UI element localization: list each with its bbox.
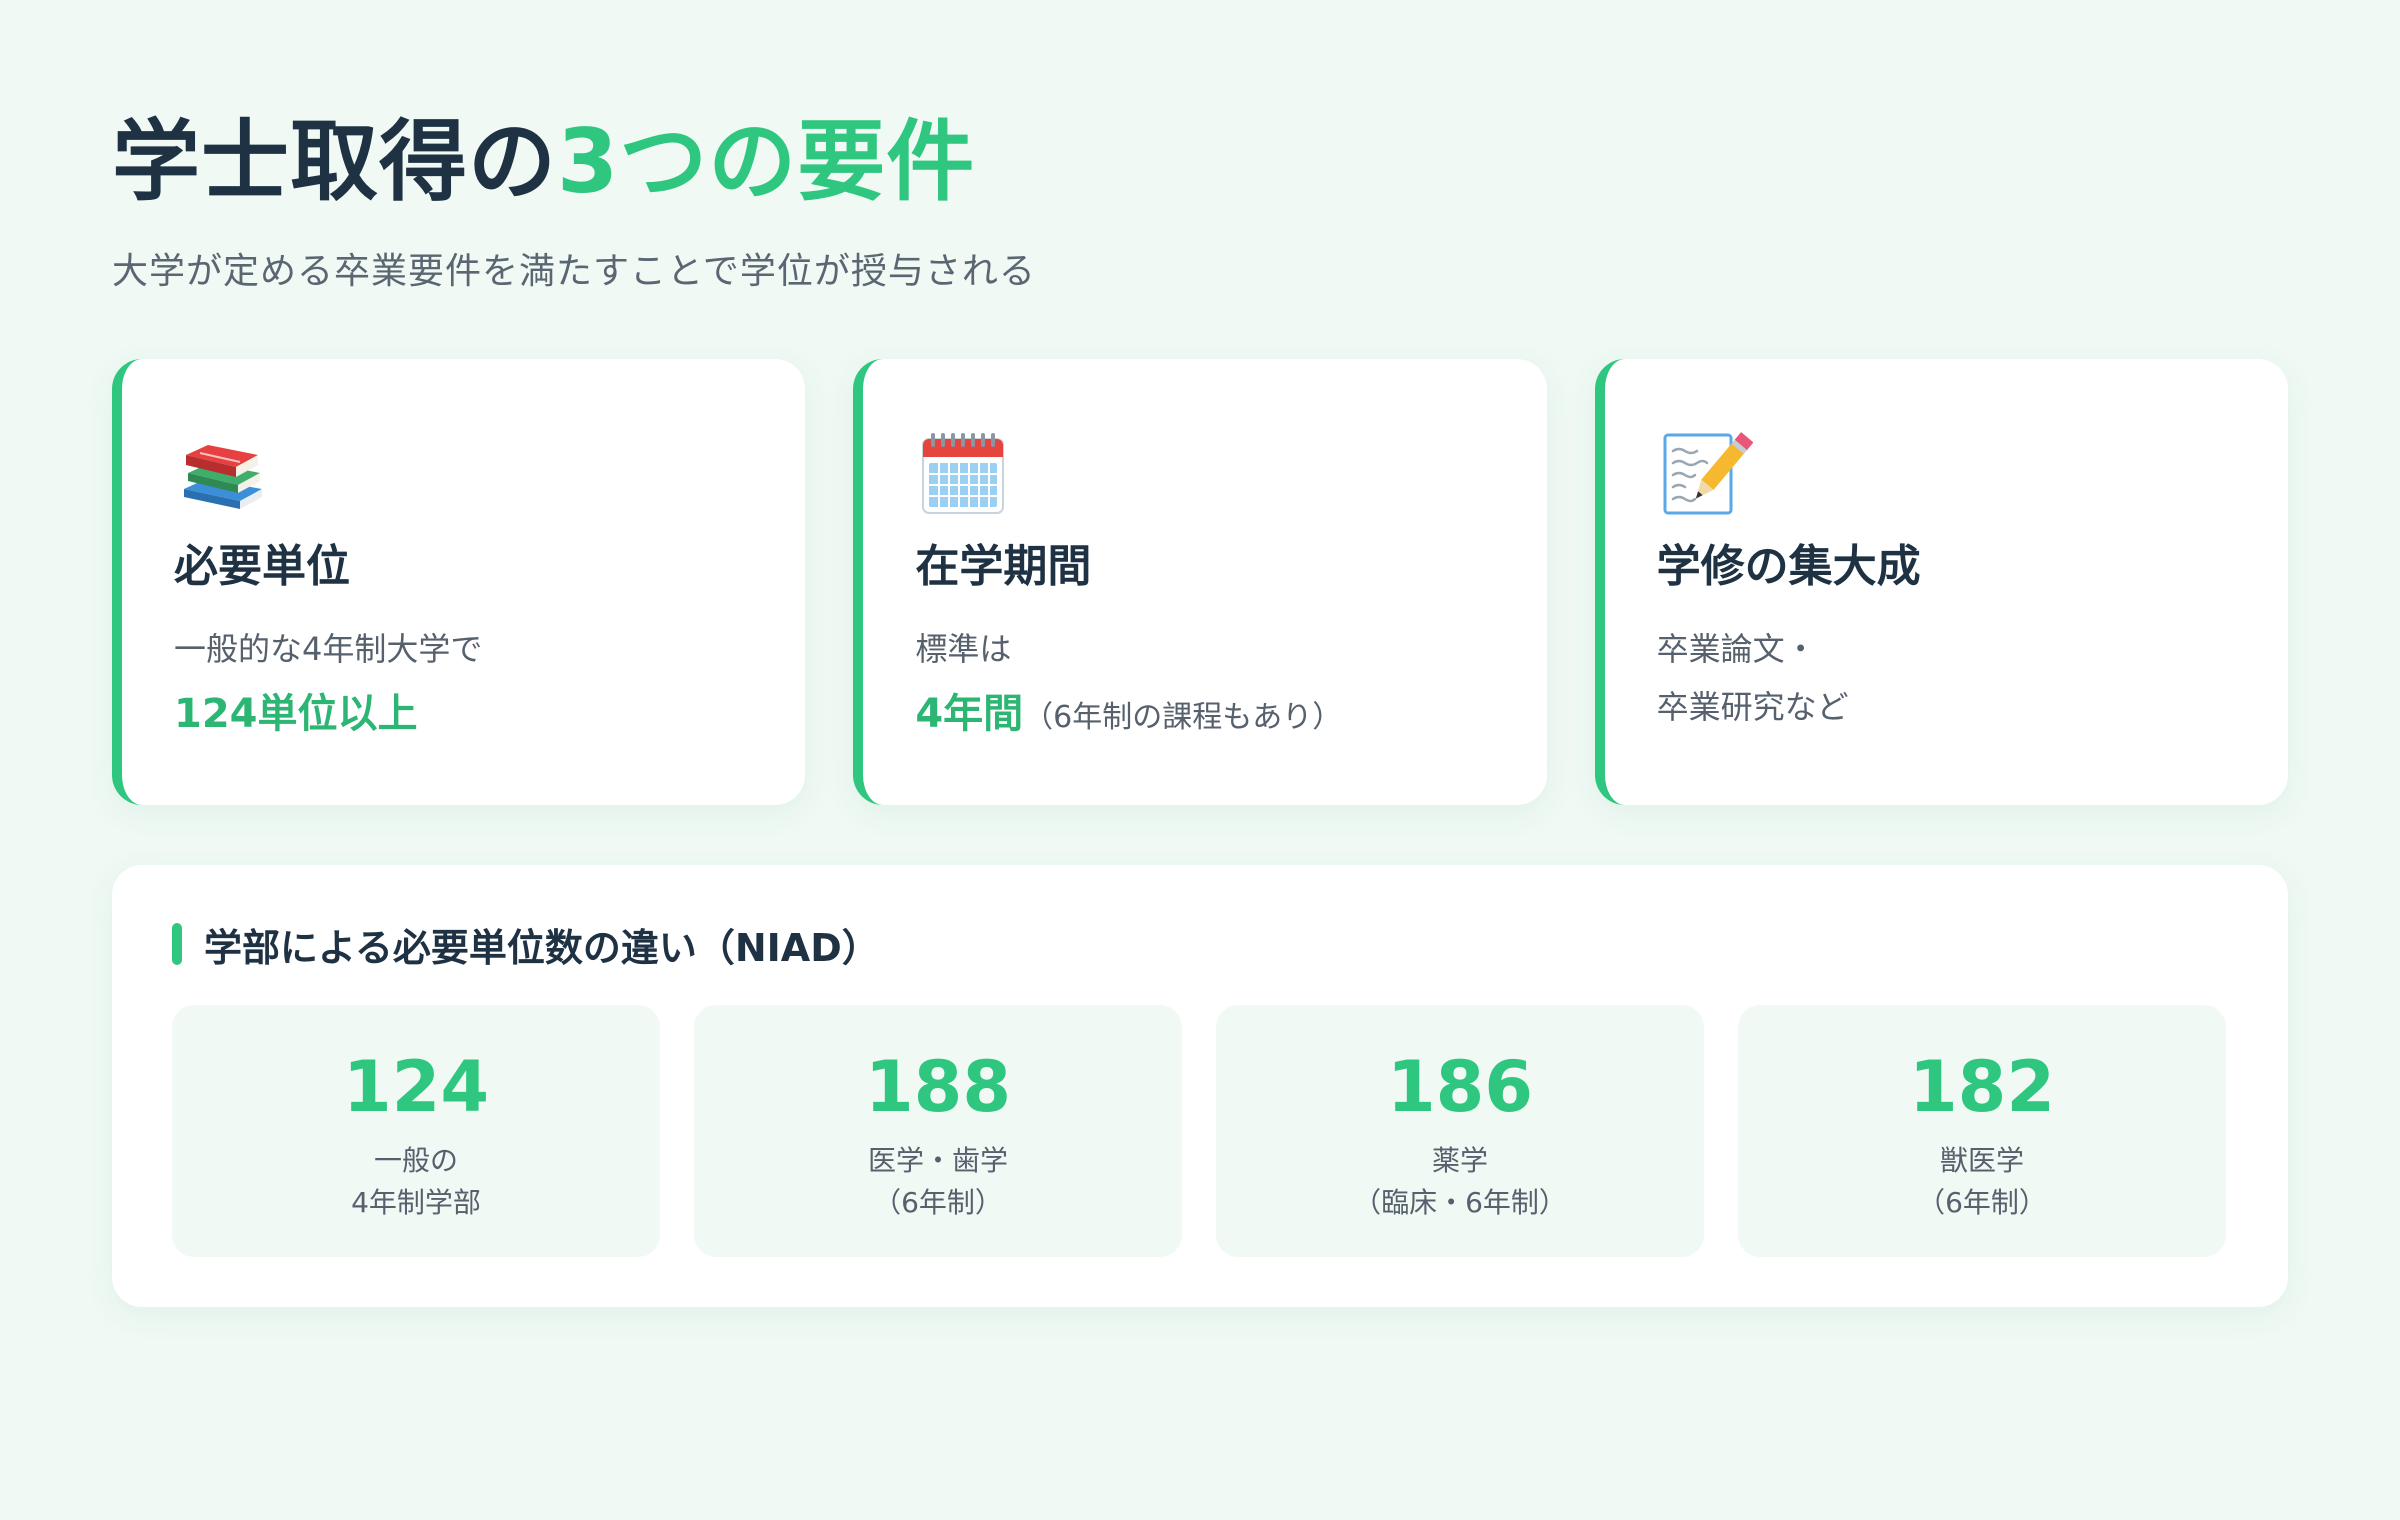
panel-heading: 学部による必要単位数の違い（NIAD）: [172, 921, 2228, 970]
stat-label: 獣医学 （6年制）: [1738, 1140, 2226, 1224]
books-icon: [184, 445, 262, 510]
card-description: 標準は: [915, 629, 1012, 668]
stat-value: 188: [864, 1046, 1012, 1129]
stat-card: 182 獣医学 （6年制）: [1738, 1005, 2226, 1258]
stat-label: 薬学 （臨床・6年制）: [1216, 1140, 1704, 1224]
card-description: 一般的な4年制大学で: [174, 629, 483, 668]
page-title: 学士取得の3つの要件: [112, 118, 2288, 218]
title-main: 学士取得の: [112, 110, 558, 213]
stat-card: 186 薬学 （臨床・6年制）: [1216, 1005, 1704, 1258]
stat-label-line1: 医学・歯学: [867, 1144, 1008, 1178]
stat-label-line2: （臨床・6年制）: [1353, 1186, 1567, 1220]
card-text: 卒業論文・ 卒業研究など: [1657, 622, 2238, 735]
card-title: 学修の集大成: [1656, 541, 1921, 593]
panel-heading-text: 学部による必要単位数の違い（NIAD）: [204, 925, 880, 970]
stat-label-line2: （6年制）: [1917, 1186, 2047, 1220]
stat-value: 186: [1386, 1046, 1534, 1129]
stat-label-line1: 獣医学: [1939, 1144, 2024, 1178]
card-title: 在学期間: [915, 541, 1092, 593]
card-description: 卒業論文・: [1656, 629, 1817, 668]
card-highlight: 124単位以上: [174, 691, 418, 738]
stat-label: 医学・歯学 （6年制）: [694, 1140, 1182, 1224]
card-highlight: 4年間: [915, 691, 1024, 738]
card-required-credits: 必要単位 一般的な4年制大学で 124単位以上: [112, 359, 806, 806]
stat-label-line1: 薬学: [1431, 1144, 1488, 1178]
page: 学士取得の3つの要件 大学が定める卒業要件を満たすことで学位が授与される 必要単…: [0, 0, 2400, 1520]
stat-value: 124: [342, 1046, 490, 1129]
card-description-line2: 卒業研究など: [1656, 688, 1849, 727]
stat-card: 124 一般の 4年制学部: [172, 1005, 660, 1258]
stat-label: 一般の 4年制学部: [172, 1140, 660, 1224]
card-text: 標準は 4年間（6年制の課程もあり）: [915, 622, 1496, 748]
stat-label-line1: 一般の: [373, 1144, 458, 1178]
card-text: 一般的な4年制大学で 124単位以上: [174, 622, 755, 748]
credits-by-faculty-panel: 学部による必要単位数の違い（NIAD） 124 一般の 4年制学部 188 医学…: [112, 865, 2288, 1308]
stat-card: 188 医学・歯学 （6年制）: [694, 1005, 1182, 1258]
heading-accent-bar: [172, 923, 182, 966]
memo-pencil-icon: [1663, 432, 1753, 515]
stat-label-line2: 4年制学部: [351, 1186, 481, 1220]
requirement-cards: 必要単位 一般的な4年制大学で 124単位以上 在学期間 標準は 4年間（6年制…: [112, 359, 2288, 806]
calendar-icon: [922, 433, 1005, 515]
stats-row: 124 一般の 4年制学部 188 医学・歯学 （6年制） 186 薬学 （臨床…: [172, 1005, 2228, 1258]
stat-label-line2: （6年制）: [873, 1186, 1003, 1220]
card-highlight-line: 4年間（6年制の課程もあり）: [915, 680, 1496, 748]
title-accent: 3つの要件: [557, 110, 976, 213]
card-title: 必要単位: [174, 541, 350, 593]
card-note: （6年制の課程もあり）: [1023, 700, 1343, 736]
stat-value: 182: [1908, 1046, 2056, 1129]
page-subtitle: 大学が定める卒業要件を満たすことで学位が授与される: [112, 251, 1036, 292]
card-enrollment-period: 在学期間 標準は 4年間（6年制の課程もあり）: [853, 359, 1547, 806]
card-culmination-of-study: 学修の集大成 卒業論文・ 卒業研究など: [1594, 359, 2288, 806]
